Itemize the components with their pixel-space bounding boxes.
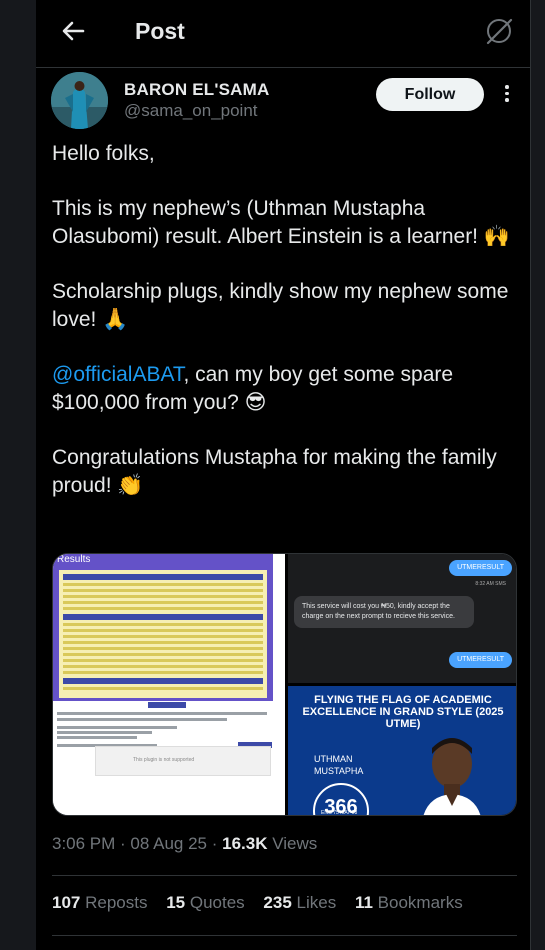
results-header-bar bbox=[63, 614, 263, 620]
back-arrow-icon[interactable] bbox=[58, 16, 88, 46]
author-row: BARON EL'SAMA @sama_on_point Follow bbox=[51, 72, 521, 130]
results-row bbox=[63, 589, 263, 592]
results-row bbox=[63, 601, 263, 604]
tweet-body: Hello folks, This is my nephew’s (Uthman… bbox=[52, 140, 517, 527]
engagement-stats: 107 Reposts 15 Quotes 235 Likes 11 Bookm… bbox=[52, 893, 477, 913]
results-row bbox=[63, 653, 263, 656]
results-row bbox=[63, 623, 263, 626]
flyer-last-name: MUSTAPHA bbox=[314, 766, 364, 776]
post-column: Post BARON EL'SAMA @sama_on_point Follow… bbox=[36, 0, 531, 950]
results-title: Results bbox=[57, 554, 91, 565]
author-name[interactable]: BARON EL'SAMA bbox=[124, 80, 269, 100]
results-header-bar bbox=[63, 678, 263, 684]
results-row bbox=[63, 671, 263, 674]
results-row bbox=[63, 635, 263, 638]
student-photo bbox=[420, 732, 484, 815]
tweet-paragraph: Scholarship plugs, kindly show my nephew… bbox=[52, 280, 509, 331]
results-text-line bbox=[57, 731, 152, 734]
results-row bbox=[63, 665, 263, 668]
sms-sent-bubble: UTMERESULT bbox=[449, 560, 512, 576]
results-row bbox=[63, 629, 263, 632]
sms-received-bubble: This service will cost you ₦50, kindly a… bbox=[294, 596, 474, 628]
tweet-paragraph: Congratulations Mustapha for making the … bbox=[52, 446, 497, 497]
grok-icon[interactable] bbox=[484, 16, 514, 46]
media-grid: Results This plugin is not supported UTM… bbox=[52, 553, 517, 816]
bookmarks-stat[interactable]: 11 Bookmarks bbox=[355, 893, 463, 913]
bookmarks-label: Bookmarks bbox=[377, 893, 463, 912]
post-timestamp: 3:06 PM · 08 Aug 25 · 16.3K Views bbox=[52, 834, 317, 854]
mention-link[interactable]: @officialABAT bbox=[52, 363, 183, 386]
media-results-image[interactable]: Results This plugin is not supported bbox=[53, 554, 285, 815]
likes-count: 235 bbox=[263, 893, 292, 912]
results-row bbox=[63, 687, 263, 690]
reposts-stat[interactable]: 107 Reposts bbox=[52, 893, 147, 913]
post-time[interactable]: 3:06 PM · 08 Aug 25 · bbox=[52, 834, 222, 853]
results-row bbox=[63, 583, 263, 586]
sms-timestamp: 8:32 AM SMS bbox=[475, 581, 506, 587]
sms-sent-bubble: UTMERESULT bbox=[449, 652, 512, 668]
tweet-paragraph: This is my nephew’s (Uthman Mustapha Ola… bbox=[52, 197, 511, 248]
divider bbox=[52, 935, 517, 936]
author-handle[interactable]: @sama_on_point bbox=[124, 101, 258, 121]
flyer-headline: FLYING THE FLAG OF ACADEMIC EXCELLENCE I… bbox=[302, 694, 504, 730]
top-bar: Post bbox=[36, 0, 530, 68]
reposts-count: 107 bbox=[52, 893, 81, 912]
results-text-line bbox=[57, 712, 267, 715]
results-text-line bbox=[57, 718, 227, 721]
results-frame: Results bbox=[53, 554, 273, 701]
results-row bbox=[63, 595, 263, 598]
score-subjects: ENG 75 MAT 98 bbox=[321, 810, 358, 816]
likes-label: Likes bbox=[296, 893, 337, 912]
views-count: 16.3K bbox=[222, 834, 268, 853]
right-gutter bbox=[531, 0, 545, 950]
views-label: Views bbox=[267, 834, 318, 853]
plugin-text: This plugin is not supported bbox=[133, 757, 195, 763]
results-row bbox=[63, 659, 263, 662]
results-row bbox=[63, 607, 263, 610]
tweet-paragraph: @officialABAT, can my boy get some spare… bbox=[52, 361, 517, 417]
quotes-count: 15 bbox=[166, 893, 186, 912]
likes-stat[interactable]: 235 Likes bbox=[263, 893, 336, 913]
follow-button[interactable]: Follow bbox=[376, 78, 484, 111]
results-button bbox=[148, 702, 186, 708]
results-row bbox=[63, 647, 263, 650]
bookmarks-count: 11 bbox=[354, 893, 373, 912]
results-panel bbox=[59, 570, 267, 698]
results-text-line bbox=[57, 726, 177, 729]
avatar[interactable] bbox=[51, 72, 108, 129]
results-row bbox=[63, 641, 263, 644]
reposts-label: Reposts bbox=[85, 893, 148, 912]
flyer-name: UTHMAN MUSTAPHA bbox=[314, 753, 363, 777]
media-flyer-image[interactable]: FLYING THE FLAG OF ACADEMIC EXCELLENCE I… bbox=[288, 686, 516, 816]
flyer-first-name: UTHMAN bbox=[314, 754, 353, 764]
page-title: Post bbox=[135, 18, 185, 44]
results-text-line bbox=[57, 736, 137, 739]
divider bbox=[52, 875, 517, 876]
more-options-icon[interactable] bbox=[501, 82, 513, 108]
tweet-paragraph: Hello folks, bbox=[52, 142, 155, 165]
quotes-stat[interactable]: 15 Quotes bbox=[166, 893, 244, 913]
left-gutter bbox=[0, 0, 36, 950]
quotes-label: Quotes bbox=[189, 893, 245, 912]
results-header-bar bbox=[63, 574, 263, 580]
media-sms-image[interactable]: UTMERESULT 8:32 AM SMS This service will… bbox=[288, 554, 516, 683]
